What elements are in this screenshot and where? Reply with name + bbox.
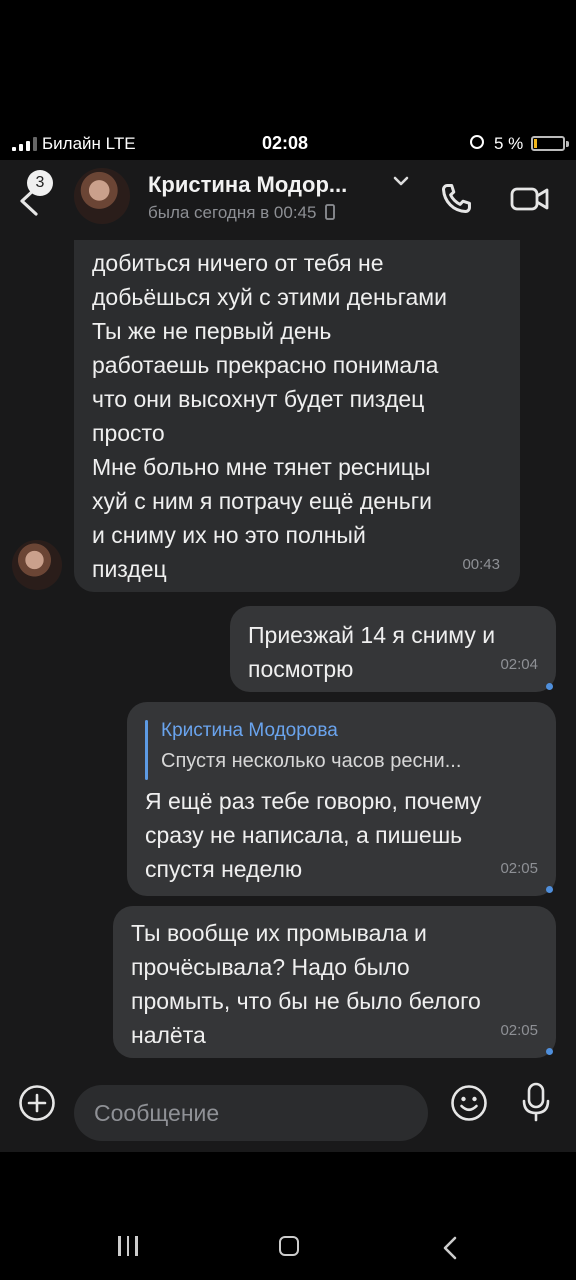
message-outgoing-reply[interactable]: Кристина Модорова Спустя несколько часов… <box>127 702 556 896</box>
last-seen-text: была сегодня в 00:45 <box>148 203 317 222</box>
reply-text: Спустя несколько часов ресни... <box>161 750 462 772</box>
chat-header: 3 Кристина Модор... была сегодня в 00:45 <box>0 160 576 240</box>
message-incoming[interactable]: добиться ничего от тебя не добьёшься хуй… <box>74 240 520 592</box>
message-outgoing[interactable]: Ты вообще их промывала и прочёсывала? На… <box>113 906 556 1058</box>
reply-author: Кристина Модорова <box>161 720 338 741</box>
reply-quote[interactable]: Кристина Модорова Спустя несколько часов… <box>145 716 538 780</box>
message-time: 02:05 <box>500 1022 538 1039</box>
message-text: Ты вообще их промывала и прочёсывала? На… <box>131 920 481 1048</box>
contact-name[interactable]: Кристина Модор... <box>148 172 347 198</box>
battery-percent: 5 % <box>494 134 524 153</box>
message-text: Я ещё раз тебе говорю, почему сразу не н… <box>145 788 482 882</box>
status-bar: Билайн LTE 02:08 5 % <box>0 128 576 160</box>
home-icon[interactable] <box>279 1236 299 1256</box>
back-icon[interactable] <box>442 1236 458 1260</box>
message-outgoing[interactable]: Приезжай 14 я сниму и посмотрю 02:04 <box>230 606 556 692</box>
sender-avatar[interactable] <box>12 540 62 590</box>
message-text: добиться ничего от тебя не добьёшься хуй… <box>92 250 447 582</box>
message-input-placeholder: Сообщение <box>94 1100 220 1126</box>
video-camera-icon[interactable] <box>510 184 550 214</box>
signal-icon <box>12 137 37 151</box>
microphone-icon[interactable] <box>521 1082 551 1122</box>
chevron-down-icon[interactable] <box>392 174 410 188</box>
message-time: 00:43 <box>462 556 500 573</box>
unread-indicator <box>546 1048 553 1055</box>
clock: 02:08 <box>262 133 309 153</box>
add-icon[interactable] <box>18 1084 56 1122</box>
contact-avatar[interactable] <box>74 168 130 224</box>
battery-icon <box>531 136 569 151</box>
rotation-lock-icon <box>470 135 484 149</box>
message-input[interactable]: Сообщение <box>74 1085 428 1141</box>
message-composer: Сообщение <box>0 1068 576 1152</box>
message-time: 02:05 <box>500 860 538 877</box>
phone-icon[interactable] <box>437 180 475 218</box>
message-text: Приезжай 14 я сниму и посмотрю <box>248 622 496 682</box>
mobile-device-icon <box>325 204 336 220</box>
unread-indicator <box>546 683 553 690</box>
vk-chat-screen: Билайн LTE 02:08 5 % 3 Кристина Модор...… <box>0 128 576 1152</box>
emoji-icon[interactable] <box>450 1084 488 1122</box>
system-navigation-bar <box>0 1152 576 1280</box>
recent-apps-icon[interactable] <box>118 1236 138 1256</box>
message-list[interactable]: добиться ничего от тебя не добьёшься хуй… <box>0 240 576 1068</box>
unread-badge: 3 <box>27 170 53 196</box>
carrier-label: Билайн LTE <box>42 134 136 153</box>
message-time: 02:04 <box>500 656 538 673</box>
unread-indicator <box>546 886 553 893</box>
last-seen-status: была сегодня в 00:45 <box>148 203 336 223</box>
